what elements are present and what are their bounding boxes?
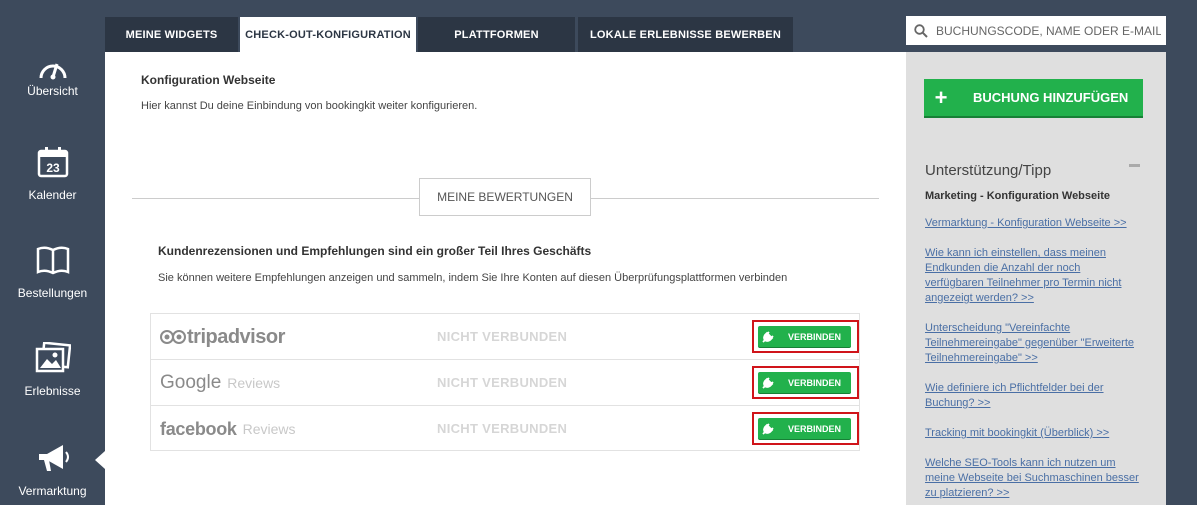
sidebar-label: Vermarktung — [18, 484, 87, 498]
tab-lokale-erlebnisse-bewerben[interactable]: LOKALE ERLEBNISSE BEWERBEN — [578, 17, 793, 52]
tab-plattformen[interactable]: PLATTFORMEN — [418, 17, 575, 52]
sidebar-label: Übersicht — [27, 84, 78, 98]
search-input[interactable] — [936, 23, 1161, 38]
connection-status: NICHT VERBUNDEN — [437, 421, 568, 436]
sidebar-item-kalender[interactable]: 23 Kalender — [0, 142, 105, 232]
support-title: Unterstützung/Tipp — [925, 162, 1052, 179]
platform-suffix: Reviews — [227, 375, 281, 391]
page-description: Hier kannst Du deine Einbindung von book… — [141, 100, 478, 112]
platform-table: tripadvisor NICHT VERBUNDEN VERBINDEN Go… — [150, 313, 860, 451]
plug-icon — [758, 330, 778, 344]
connect-button-facebook[interactable]: VERBINDEN — [758, 418, 851, 439]
platform-row-tripadvisor: tripadvisor NICHT VERBUNDEN VERBINDEN — [151, 314, 859, 360]
book-icon — [33, 240, 73, 280]
connect-button-tripadvisor[interactable]: VERBINDEN — [758, 326, 851, 347]
sidebar-item-uebersicht[interactable]: Übersicht — [0, 48, 105, 138]
connect-button-label: VERBINDEN — [788, 377, 842, 388]
sidebar-item-vermarktung[interactable]: Vermarktung — [0, 438, 105, 505]
owl-icon — [160, 330, 186, 344]
tip-link[interactable]: Wie definiere ich Pflichtfelder bei der … — [925, 381, 1140, 411]
reviews-description: Sie können weitere Empfehlungen anzeigen… — [158, 272, 788, 284]
right-panel: + BUCHUNG HINZUFÜGEN Unterstützung/Tipp … — [906, 52, 1166, 505]
plug-icon — [758, 422, 778, 436]
platform-name: tripadvisor — [187, 325, 285, 348]
connect-button-label: VERBINDEN — [788, 423, 842, 434]
plug-icon — [758, 376, 778, 390]
page-title: Konfiguration Webseite — [141, 73, 276, 87]
gauge-icon — [33, 48, 73, 88]
platform-row-google: Google Reviews NICHT VERBUNDEN VERBINDEN — [151, 360, 859, 406]
tip-link[interactable]: Vermarktung - Konfiguration Webseite >> — [925, 216, 1140, 231]
sidebar-label: Erlebnisse — [24, 384, 81, 398]
tip-link[interactable]: Tracking mit bookingkit (Überblick) >> — [925, 426, 1140, 441]
tab-meine-widgets[interactable]: MEINE WIDGETS — [105, 17, 238, 52]
main-panel: Konfiguration Webseite Hier kannst Du de… — [105, 52, 906, 505]
connection-status: NICHT VERBUNDEN — [437, 375, 568, 390]
platform-row-facebook: facebook Reviews NICHT VERBUNDEN VERBIND… — [151, 406, 859, 452]
tab-bar: MEINE WIDGETS CHECK-OUT-KONFIGURATION PL… — [105, 0, 905, 52]
megaphone-icon — [33, 438, 73, 478]
add-booking-label: BUCHUNG HINZUFÜGEN — [973, 90, 1129, 105]
section-divider-label: MEINE BEWERTUNGEN — [419, 178, 591, 216]
collapse-icon[interactable] — [1129, 164, 1140, 167]
tip-link[interactable]: Wie kann ich einstellen, dass meinen End… — [925, 246, 1140, 306]
tip-link[interactable]: Welche SEO-Tools kann ich nutzen um mein… — [925, 456, 1140, 501]
facebook-logo: facebook Reviews — [160, 416, 296, 442]
add-booking-button[interactable]: + BUCHUNG HINZUFÜGEN — [924, 79, 1143, 116]
tab-check-out-konfiguration[interactable]: CHECK-OUT-KONFIGURATION — [240, 17, 416, 52]
connection-status: NICHT VERBUNDEN — [437, 329, 568, 344]
sidebar-label: Kalender — [28, 188, 77, 202]
plus-icon: + — [934, 84, 948, 110]
platform-name: facebook — [160, 418, 237, 439]
calendar-day: 23 — [46, 161, 60, 175]
pictures-icon — [33, 338, 73, 378]
reviews-title: Kundenrezensionen und Empfehlungen sind … — [158, 244, 592, 258]
support-subtitle: Marketing - Konfiguration Webseite — [925, 190, 1110, 202]
google-logo: Google Reviews — [160, 370, 280, 396]
tripadvisor-logo: tripadvisor — [160, 324, 285, 350]
sidebar-item-erlebnisse[interactable]: Erlebnisse — [0, 338, 105, 428]
connect-button-label: VERBINDEN — [788, 331, 842, 342]
platform-suffix: Reviews — [242, 421, 296, 437]
window-edge — [1166, 52, 1197, 505]
sidebar-item-bestellungen[interactable]: Bestellungen — [0, 240, 105, 330]
calendar-icon: 23 — [33, 142, 73, 182]
tip-link[interactable]: Unterscheidung "Vereinfachte Teilnehmere… — [925, 321, 1140, 366]
platform-name: Google — [160, 372, 222, 393]
sidebar-label: Bestellungen — [17, 286, 88, 300]
search-icon — [906, 16, 936, 45]
sidebar: Übersicht 23 Kalender Bestellungen Erleb… — [0, 0, 105, 505]
connect-button-google[interactable]: VERBINDEN — [758, 372, 851, 393]
search-box — [906, 16, 1166, 45]
